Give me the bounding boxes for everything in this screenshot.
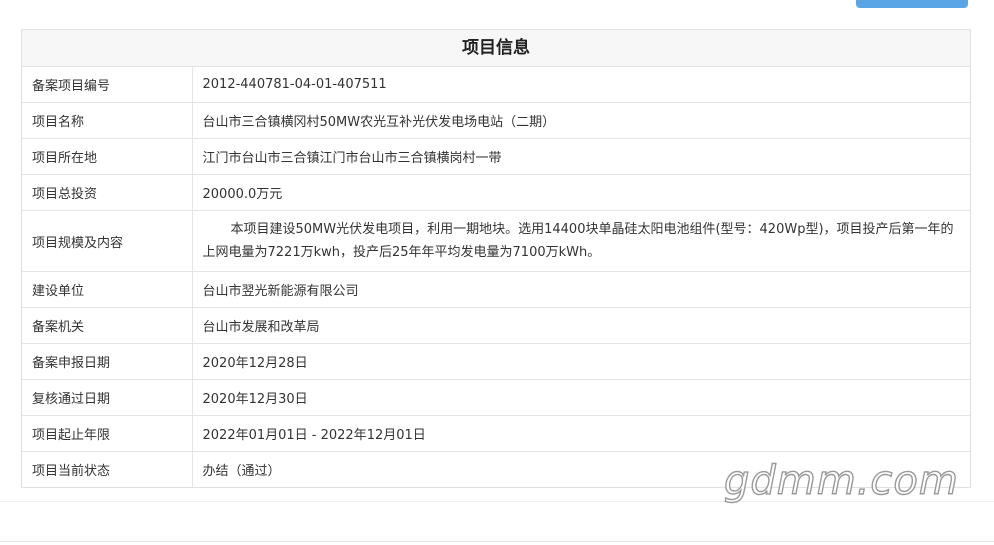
table-row: 项目总投资 20000.0万元 (22, 174, 970, 211)
row-value-project-name: 台山市三合镇横冈村50MW农光互补光伏发电场电站（二期） (192, 102, 970, 139)
row-label-review-date: 复核通过日期 (22, 379, 193, 416)
table-row: 项目所在地 江门市台山市三合镇江门市台山市三合镇横岗村一带 (22, 138, 970, 175)
row-value-total-investment: 20000.0万元 (192, 174, 970, 211)
table-row: 项目名称 台山市三合镇横冈村50MW农光互补光伏发电场电站（二期） (22, 102, 970, 139)
row-value-application-date: 2020年12月28日 (192, 343, 970, 380)
row-label-total-investment: 项目总投资 (22, 174, 193, 211)
row-label-record-authority: 备案机关 (22, 307, 193, 344)
panel-title: 项目信息 (22, 30, 970, 67)
row-label-project-name: 项目名称 (22, 102, 193, 139)
row-label-location: 项目所在地 (22, 138, 193, 175)
table-row: 复核通过日期 2020年12月30日 (22, 379, 970, 416)
footer-band (0, 501, 994, 545)
row-label-construction-unit: 建设单位 (22, 271, 193, 308)
row-value-scale-content-cell: 本项目建设50MW光伏发电项目，利用一期地块。选用14400块单晶硅太阳电池组件… (192, 210, 970, 272)
row-label-scale-content: 项目规模及内容 (22, 210, 193, 272)
row-value-construction-unit: 台山市翌光新能源有限公司 (192, 271, 970, 308)
footer-divider (0, 541, 994, 542)
row-value-location: 江门市台山市三合镇江门市台山市三合镇横岗村一带 (192, 138, 970, 175)
row-label-record-number: 备案项目编号 (22, 67, 193, 103)
table-row: 备案申报日期 2020年12月28日 (22, 343, 970, 380)
top-action-button[interactable] (856, 0, 968, 8)
table-row: 建设单位 台山市翌光新能源有限公司 (22, 271, 970, 308)
table-row: 备案项目编号 2012-440781-04-01-407511 (22, 67, 970, 103)
row-label-current-status: 项目当前状态 (22, 451, 193, 487)
site-watermark: gdmm.com (723, 457, 959, 504)
row-value-record-authority: 台山市发展和改革局 (192, 307, 970, 344)
row-label-application-date: 备案申报日期 (22, 343, 193, 380)
table-row: 备案机关 台山市发展和改革局 (22, 307, 970, 344)
row-value-record-number: 2012-440781-04-01-407511 (192, 67, 970, 103)
table-row: 项目起止年限 2022年01月01日 - 2022年12月01日 (22, 415, 970, 452)
table-row: 项目规模及内容 本项目建设50MW光伏发电项目，利用一期地块。选用14400块单… (22, 210, 970, 272)
row-value-scale-content: 本项目建设50MW光伏发电项目，利用一期地块。选用14400块单晶硅太阳电池组件… (202, 222, 954, 260)
row-value-project-period: 2022年01月01日 - 2022年12月01日 (192, 415, 970, 452)
project-info-table: 备案项目编号 2012-440781-04-01-407511 项目名称 台山市… (22, 67, 970, 487)
row-value-review-date: 2020年12月30日 (192, 379, 970, 416)
project-info-panel: 项目信息 备案项目编号 2012-440781-04-01-407511 项目名… (21, 29, 971, 488)
row-label-project-period: 项目起止年限 (22, 415, 193, 452)
